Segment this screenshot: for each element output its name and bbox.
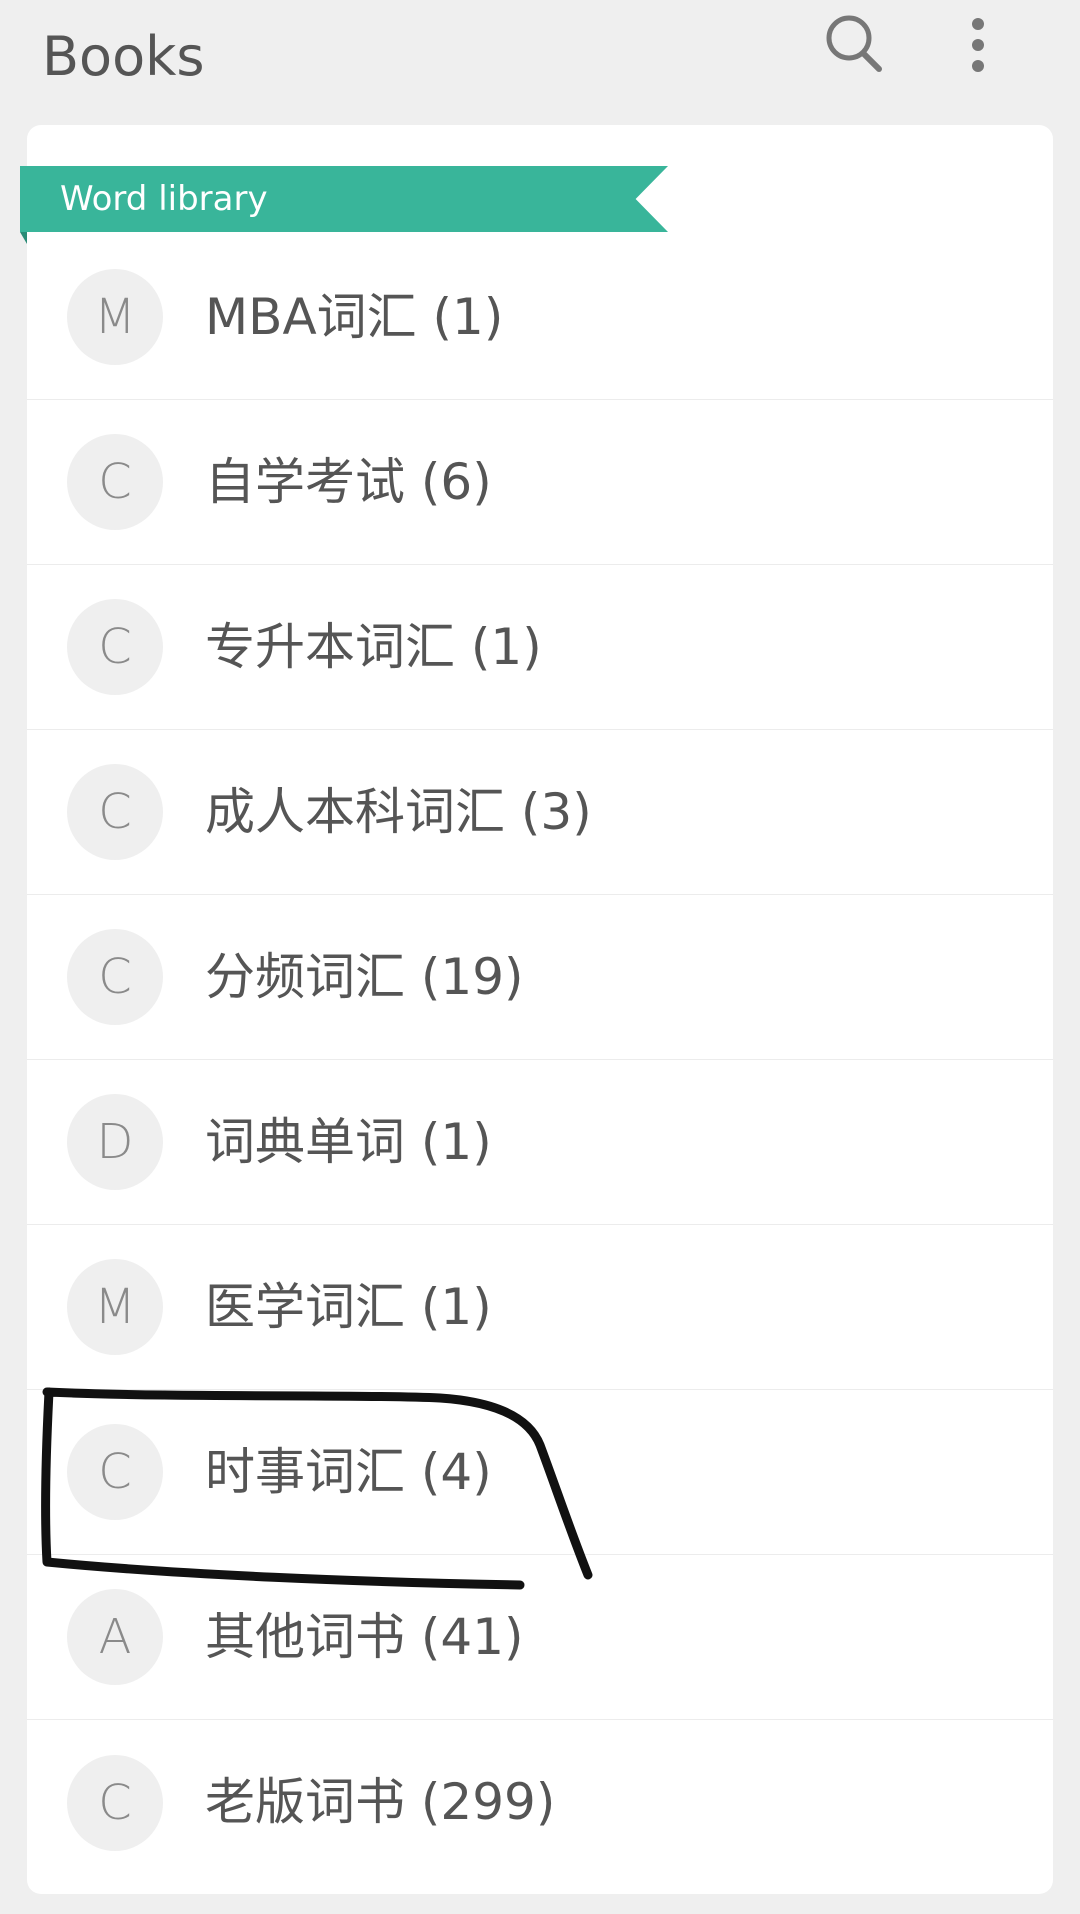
- book-item[interactable]: M MBA词汇 (1): [27, 235, 1053, 400]
- ribbon-fold: [20, 232, 27, 244]
- book-item[interactable]: C 分频词汇 (19): [27, 895, 1053, 1060]
- book-item[interactable]: A 其他词书 (41): [27, 1555, 1053, 1720]
- book-avatar: C: [67, 434, 163, 530]
- book-item[interactable]: C 老版词书 (299): [27, 1720, 1053, 1885]
- book-item[interactable]: C 时事词汇 (4): [27, 1390, 1053, 1555]
- more-options-button[interactable]: [933, 0, 1023, 90]
- book-avatar: C: [67, 1424, 163, 1520]
- book-name: 医学词汇 (1): [205, 1278, 492, 1336]
- book-name: 时事词汇 (4): [205, 1443, 492, 1501]
- page-title: Books: [42, 25, 205, 88]
- book-name: 成人本科词汇 (3): [205, 783, 592, 841]
- search-button[interactable]: [810, 0, 900, 90]
- book-name: 分频词汇 (19): [205, 948, 524, 1006]
- book-avatar: M: [67, 269, 163, 365]
- book-avatar: M: [67, 1259, 163, 1355]
- app-header: Books: [0, 0, 1080, 118]
- search-icon: [826, 15, 882, 72]
- book-item[interactable]: C 成人本科词汇 (3): [27, 730, 1053, 895]
- book-item[interactable]: C 专升本词汇 (1): [27, 565, 1053, 730]
- book-avatar: C: [67, 1754, 163, 1851]
- book-name: 词典单词 (1): [205, 1113, 492, 1171]
- book-name: 其他词书 (41): [205, 1608, 524, 1666]
- more-vertical-icon: [972, 18, 984, 72]
- book-avatar: C: [67, 929, 163, 1025]
- book-list: M MBA词汇 (1) C 自学考试 (6) C 专升本词汇 (1) C 成人本…: [27, 235, 1053, 1885]
- book-avatar: C: [67, 764, 163, 860]
- book-avatar: D: [67, 1094, 163, 1190]
- book-item[interactable]: C 自学考试 (6): [27, 400, 1053, 565]
- book-avatar: C: [67, 599, 163, 695]
- book-name: 自学考试 (6): [205, 453, 492, 511]
- book-item[interactable]: M 医学词汇 (1): [27, 1225, 1053, 1390]
- section-ribbon: Word library: [20, 166, 668, 232]
- book-name: 老版词书 (299): [205, 1773, 556, 1831]
- book-avatar: A: [67, 1589, 163, 1685]
- book-name: MBA词汇 (1): [205, 288, 504, 346]
- section-label: Word library: [60, 179, 268, 219]
- book-name: 专升本词汇 (1): [205, 618, 542, 676]
- book-item[interactable]: D 词典单词 (1): [27, 1060, 1053, 1225]
